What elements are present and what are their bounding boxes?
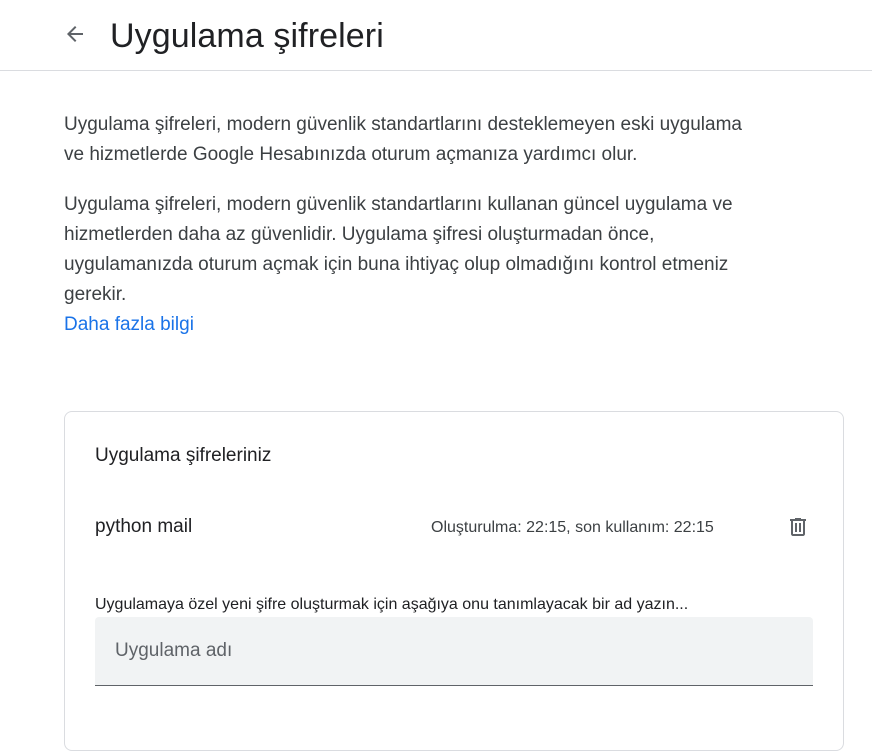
trash-icon (790, 518, 806, 536)
intro-paragraph-2-text: Uygulama şifreleri, modern güvenlik stan… (64, 194, 733, 305)
app-name-field (95, 617, 813, 686)
app-password-meta: Oluşturulma: 22:15, son kullanım: 22:15 (431, 519, 714, 536)
card-title: Uygulama şifreleriniz (95, 445, 272, 466)
intro-paragraph-2: Uygulama şifreleri, modern güvenlik stan… (64, 190, 764, 340)
new-password-helper-text: Uygulamaya özel yeni şifre oluşturmak iç… (95, 596, 689, 613)
arrow-left-icon (67, 26, 83, 42)
learn-more-link[interactable]: Daha fazla bilgi (64, 310, 194, 340)
page-title: Uygulama şifreleri (110, 17, 384, 55)
top-bar: Uygulama şifreleri (0, 0, 872, 71)
list-item: python mail Oluşturulma: 22:15, son kull… (95, 512, 815, 544)
app-password-name: python mail (95, 516, 193, 537)
back-button[interactable] (57, 16, 93, 52)
app-passwords-card: Uygulama şifreleriniz python mail Oluştu… (64, 411, 844, 751)
app-name-input[interactable] (95, 617, 813, 685)
delete-button[interactable] (783, 512, 813, 542)
intro-paragraph-1: Uygulama şifreleri, modern güvenlik stan… (64, 114, 742, 165)
intro-section: Uygulama şifreleri, modern güvenlik stan… (64, 110, 764, 340)
